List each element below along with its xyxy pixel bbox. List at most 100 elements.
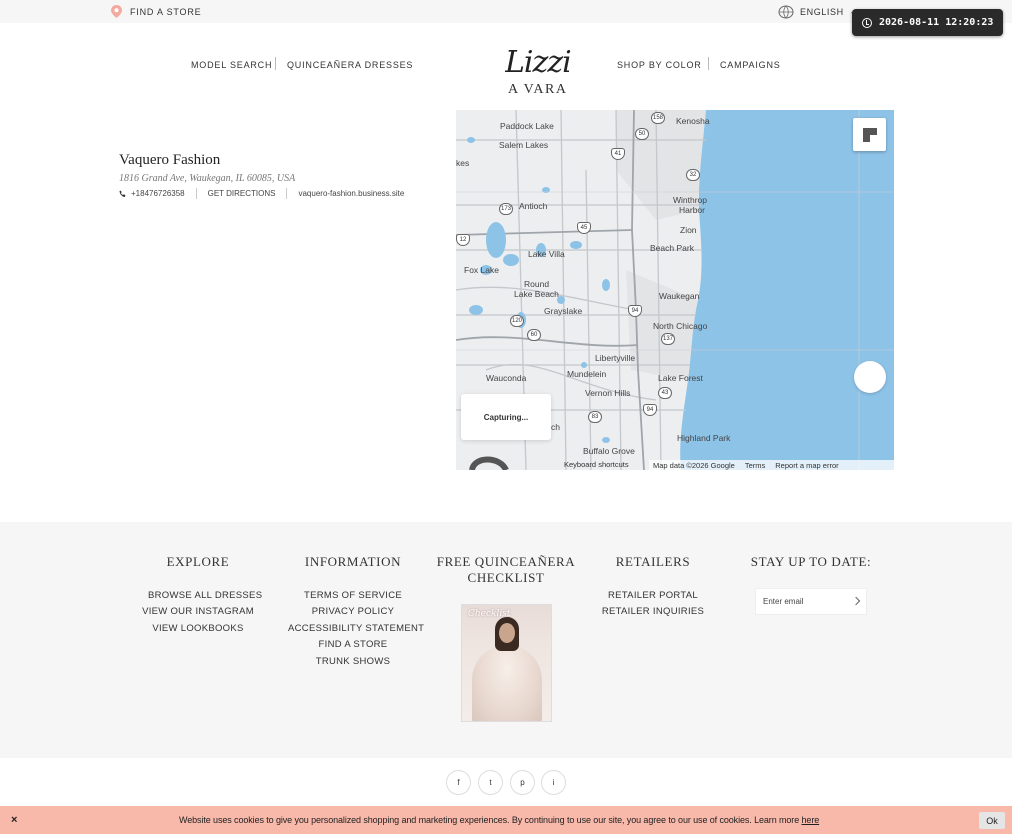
map-place-label: Kenosha <box>676 116 710 126</box>
nav-model-search[interactable]: MODEL SEARCH <box>191 60 272 70</box>
map-place-label: Highland Park <box>677 433 731 443</box>
checklist-title-line: FREE QUINCEAÑERA <box>436 554 576 569</box>
footer-explore-title: EXPLORE <box>166 554 230 569</box>
email-placeholder: Enter email <box>763 597 804 606</box>
highway-shield: 32 <box>686 169 700 181</box>
map-fullscreen-button[interactable] <box>853 118 886 151</box>
map-place-label: Wauconda <box>486 373 527 383</box>
twitter-icon[interactable]: t <box>478 770 503 795</box>
map-zoom-control[interactable] <box>854 361 886 393</box>
footer-link[interactable]: PRIVACY POLICY <box>293 606 413 617</box>
phone-icon <box>119 190 126 197</box>
nav-campaigns[interactable]: CAMPAIGNS <box>720 60 781 70</box>
highway-shield: 120 <box>510 315 524 327</box>
checklist-download-image[interactable]: Checklist <box>461 604 552 722</box>
footer-newsletter-title: STAY UP TO DATE: <box>750 554 872 569</box>
map-place-label: North Chicago <box>653 321 708 331</box>
map-place-label: Paddock Lake <box>500 121 554 131</box>
map-place-label: Grayslake <box>544 306 583 316</box>
link-separator <box>195 188 197 199</box>
store-name: Vaquero Fashion <box>119 152 221 168</box>
map-place-label: kes <box>456 158 470 168</box>
map-keyboard-shortcuts[interactable]: Keyboard shortcuts <box>564 460 629 469</box>
nav-separator <box>708 57 709 70</box>
map-place-label: Winthrop <box>673 195 708 205</box>
footer-link[interactable]: VIEW LOOKBOOKS <box>148 623 248 634</box>
cookie-message: Website uses cookies to give you persona… <box>179 815 819 825</box>
footer-link[interactable]: TERMS OF SERVICE <box>293 590 413 601</box>
footer-link[interactable]: FIND A STORE <box>293 639 413 650</box>
highway-shield: 60 <box>527 329 541 341</box>
instagram-icon[interactable]: i <box>541 770 566 795</box>
map-terms-link[interactable]: Terms <box>745 461 765 470</box>
footer-link[interactable]: BROWSE ALL DRESSES <box>148 590 262 601</box>
highway-shield: 137 <box>661 333 675 345</box>
footer-information-title: INFORMATION <box>304 554 402 569</box>
language-label: ENGLISH <box>800 7 844 17</box>
map-place-label: Lake Forest <box>658 373 703 383</box>
cookie-ok-button[interactable]: Ok <box>979 812 1005 829</box>
clock-text: 2026-08-11 12:20:23 <box>879 17 994 28</box>
map-place-label: ch <box>551 422 560 432</box>
store-address: 1816 Grand Ave, Waukegan, IL 60085, USA <box>119 173 296 184</box>
nav-quinceanera-dresses[interactable]: QUINCEAÑERA DRESSES <box>287 60 413 70</box>
map-attribution-bar: Map data ©2026 Google Terms Report a map… <box>649 460 894 470</box>
map-place-label: Beach Park <box>650 243 694 253</box>
map-place-label: Zion <box>680 225 697 235</box>
map-place-label: Vernon Hills <box>585 388 631 398</box>
highway-shield: 83 <box>588 411 602 423</box>
highway-shield: 158 <box>651 112 665 124</box>
store-website-link[interactable]: vaquero-fashion.business.site <box>298 189 404 198</box>
footer-retailers-title: RETAILERS <box>615 554 691 569</box>
footer-checklist-title: FREE QUINCEAÑERA CHECKLIST <box>436 554 576 586</box>
footer-link[interactable]: RETAILER INQUIRIES <box>598 606 708 617</box>
find-a-store-label: FIND A STORE <box>130 6 202 17</box>
map-place-label: Waukegan <box>659 291 700 301</box>
cookie-consent-bar: × Website uses cookies to give you perso… <box>0 806 1012 834</box>
highway-shield: 173 <box>499 203 513 215</box>
map-place-label: Salem Lakes <box>499 140 549 150</box>
map-place-label: Round <box>524 279 550 289</box>
map-place-label: Lake Villa <box>528 249 565 259</box>
link-separator <box>286 188 288 199</box>
clock-icon <box>862 17 872 28</box>
store-phone-link[interactable]: +18476726358 <box>131 189 185 198</box>
clock-badge: 2026-08-11 12:20:23 <box>852 9 1003 36</box>
globe-icon <box>778 5 794 19</box>
highway-shield: 50 <box>635 128 649 140</box>
map-place-label: Lake Beach <box>514 289 559 299</box>
pinterest-icon[interactable]: p <box>510 770 535 795</box>
map-place-label: Buffalo Grove <box>583 446 635 456</box>
footer-link[interactable]: RETAILER PORTAL <box>603 590 703 601</box>
find-a-store-link[interactable]: FIND A STORE <box>111 5 201 18</box>
language-selector[interactable]: ENGLISH ⌄ <box>778 5 856 19</box>
footer-link[interactable]: VIEW OUR INSTAGRAM <box>138 606 258 617</box>
map-place-label: Mundelein <box>567 369 607 379</box>
map-place-label: Fox Lake <box>464 265 499 275</box>
store-map[interactable]: Kenosha Paddock Lake Salem Lakes kes Ant… <box>456 110 894 470</box>
nav-shop-by-color[interactable]: SHOP BY COLOR <box>617 60 702 70</box>
fullscreen-icon <box>862 127 877 142</box>
map-report-link[interactable]: Report a map error <box>775 461 838 470</box>
map-data-credit: Map data ©2026 Google <box>653 460 735 470</box>
newsletter-email-input[interactable]: Enter email <box>755 588 867 615</box>
get-directions-link[interactable]: GET DIRECTIONS <box>208 189 276 198</box>
close-icon[interactable]: × <box>11 814 17 826</box>
map-place-label: Libertyville <box>595 353 636 363</box>
cookie-learn-more-link[interactable]: here <box>802 815 820 825</box>
highway-shield: 43 <box>658 387 672 399</box>
facebook-icon[interactable]: f <box>446 770 471 795</box>
footer-link[interactable]: ACCESSIBILITY STATEMENT <box>288 623 424 634</box>
arrow-right-icon[interactable] <box>851 596 861 606</box>
brand-logo-subtitle[interactable]: A VARA <box>508 82 567 98</box>
footer-link[interactable]: TRUNK SHOWS <box>293 656 413 667</box>
face-illustration <box>499 623 515 643</box>
location-pin-icon <box>111 5 122 18</box>
gown-illustration <box>472 645 542 721</box>
map-place-label: Harbor <box>679 205 705 215</box>
cookie-message-text: Website uses cookies to give you persona… <box>179 815 802 825</box>
map-place-label: Antioch <box>519 201 548 211</box>
checklist-title-line: CHECKLIST <box>467 570 545 585</box>
nav-separator <box>275 57 276 70</box>
brand-logo-script[interactable]: Lizzi <box>505 50 595 74</box>
